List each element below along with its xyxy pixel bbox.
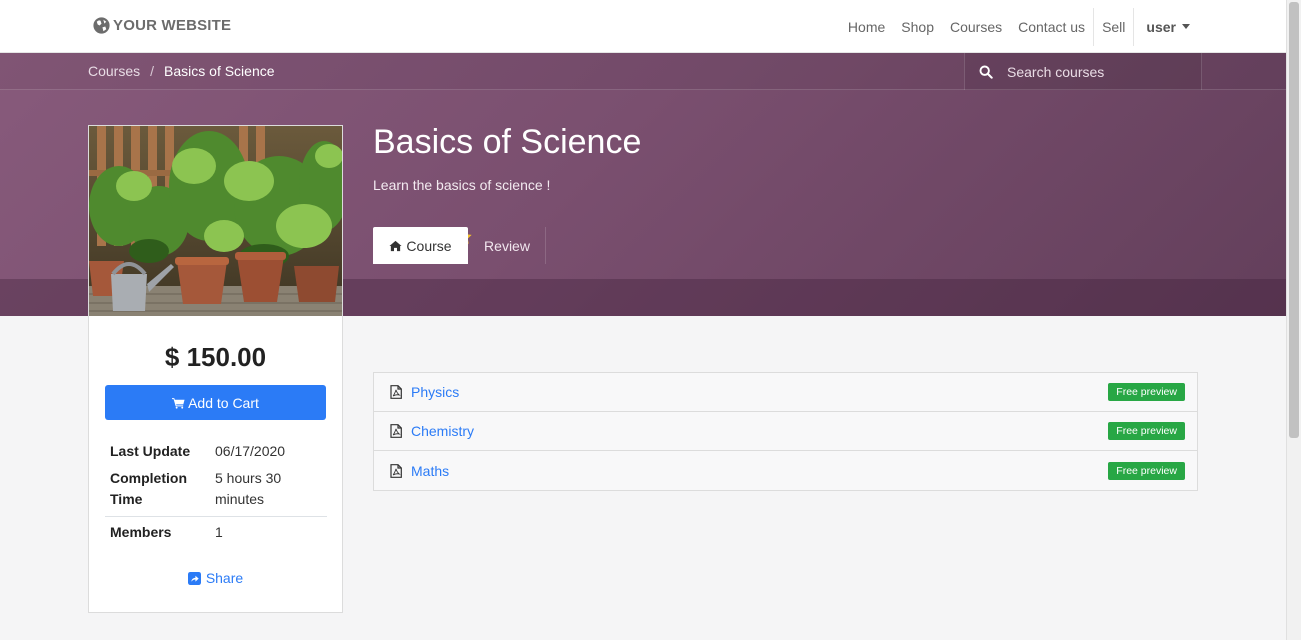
search-icon[interactable]: [979, 65, 993, 79]
add-to-cart-button[interactable]: Add to Cart: [105, 385, 326, 420]
detail-row-members: Members 1: [105, 516, 327, 546]
user-name: user: [1146, 18, 1176, 35]
nav-courses[interactable]: Courses: [942, 19, 1010, 35]
detail-value: 5 hours 30 minutes: [215, 470, 282, 507]
course-title: Basics of Science: [373, 123, 642, 161]
list-item[interactable]: Physics Free preview: [374, 373, 1197, 412]
list-item[interactable]: Chemistry Free preview: [374, 412, 1197, 451]
course-search: [964, 53, 1202, 90]
free-preview-badge: Free preview: [1108, 422, 1185, 440]
nav-home[interactable]: Home: [840, 19, 893, 35]
course-details: Last Update 06/17/2020 Completion Time 5…: [105, 438, 327, 546]
share-link[interactable]: Share: [89, 570, 342, 586]
brand-name: YOUR WEBSITE: [113, 17, 232, 34]
course-image: [89, 126, 342, 316]
course-price: $ 150.00: [164, 342, 267, 372]
course-subtitle: Learn the basics of science !: [373, 177, 551, 193]
detail-label: Completion Time: [110, 470, 187, 507]
list-item[interactable]: Maths Free preview: [374, 451, 1197, 490]
breadcrumb: Courses / Basics of Science: [88, 63, 275, 79]
user-menu[interactable]: user: [1134, 19, 1190, 35]
share-icon: [187, 571, 201, 585]
course-sidebar-card: $ 150.00 Add to Cart Last Update 06/17/2…: [88, 125, 343, 613]
pdf-file-icon: [390, 463, 402, 478]
tab-course[interactable]: Course: [373, 227, 468, 264]
detail-label: Last Update: [110, 443, 191, 459]
breadcrumb-separator: /: [150, 63, 155, 79]
lesson-title[interactable]: Physics: [411, 384, 1108, 400]
top-navbar: YOUR WEBSITE Home Shop Courses Contact u…: [0, 0, 1286, 53]
pdf-file-icon: [390, 385, 402, 399]
chevron-down-icon: [1182, 24, 1190, 29]
tab-course-label: Course: [406, 237, 452, 254]
detail-row-completion-time: Completion Time 5 hours 30 minutes: [105, 465, 327, 513]
nav-shop[interactable]: Shop: [893, 19, 942, 35]
pdf-file-icon: [390, 424, 402, 438]
nav-contact-us[interactable]: Contact us: [1010, 19, 1093, 35]
scrollbar-thumb[interactable]: [1289, 2, 1299, 438]
nav-sell[interactable]: Sell: [1094, 19, 1133, 35]
brand-logo[interactable]: YOUR WEBSITE: [92, 16, 231, 35]
tab-review[interactable]: Review: [469, 227, 546, 264]
detail-value: 06/17/2020: [215, 443, 286, 459]
globe-icon: [93, 17, 110, 34]
breadcrumb-courses[interactable]: Courses: [88, 63, 140, 79]
main-menu: Home Shop Courses Contact us Sell user: [840, 0, 1190, 53]
free-preview-badge: Free preview: [1108, 461, 1185, 480]
cart-icon: [172, 397, 185, 409]
share-label: Share: [205, 570, 244, 586]
lesson-title[interactable]: Maths: [411, 463, 1108, 479]
lesson-list: Physics Free preview Chemistry Free prev…: [373, 372, 1198, 491]
search-input[interactable]: [1007, 63, 1187, 80]
page-scrollbar[interactable]: [1286, 0, 1301, 640]
detail-row-last-update: Last Update 06/17/2020: [105, 438, 327, 465]
free-preview-badge: Free preview: [1108, 383, 1185, 401]
detail-label: Members: [110, 524, 172, 540]
lesson-title[interactable]: Chemistry: [411, 423, 1108, 439]
add-to-cart-label: Add to Cart: [188, 394, 259, 411]
detail-value: 1: [215, 524, 223, 540]
breadcrumb-current: Basics of Science: [164, 63, 275, 79]
home-icon: [389, 240, 402, 251]
tab-review-label: Review: [484, 237, 530, 254]
